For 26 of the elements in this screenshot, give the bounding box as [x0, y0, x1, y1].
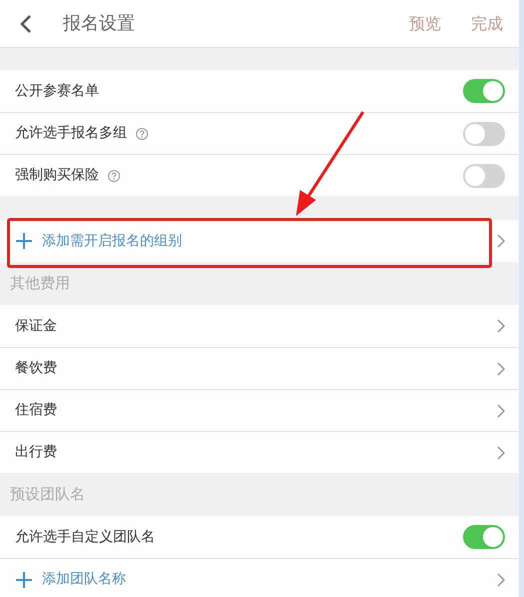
section-header: 其他费用 [9, 273, 71, 294]
section-header: 预设团队名 [9, 484, 86, 506]
plus-icon [15, 232, 33, 250]
setting-label: 允许选手自定义团队名 [15, 528, 155, 546]
setting-label: 允许选手报名多组 [15, 124, 127, 143]
toggle-switch[interactable] [463, 525, 505, 549]
fee-item[interactable]: 餐饮费 [15, 358, 57, 379]
back-icon[interactable] [20, 14, 32, 32]
setting-label: 公开参赛名单 [15, 82, 99, 100]
chevron-right-icon [497, 362, 505, 376]
setting-label: 强制购买保险 [15, 166, 99, 185]
chevron-right-icon [497, 572, 505, 586]
chevron-right-icon [497, 319, 505, 333]
plus-icon [15, 570, 33, 588]
chevron-right-icon [497, 404, 505, 418]
page-title: 报名设置 [63, 12, 135, 36]
fee-item[interactable]: 保证金 [15, 316, 57, 336]
toggle-switch[interactable] [463, 164, 505, 188]
toggle-switch[interactable] [463, 122, 505, 146]
help-icon[interactable] [108, 170, 120, 182]
chevron-right-icon [497, 234, 505, 248]
fee-item[interactable]: 住宿费 [15, 400, 57, 421]
chevron-right-icon [497, 446, 505, 460]
fee-item[interactable]: 出行费 [15, 442, 57, 463]
toggle-switch[interactable] [463, 79, 505, 103]
help-icon[interactable] [136, 128, 148, 140]
